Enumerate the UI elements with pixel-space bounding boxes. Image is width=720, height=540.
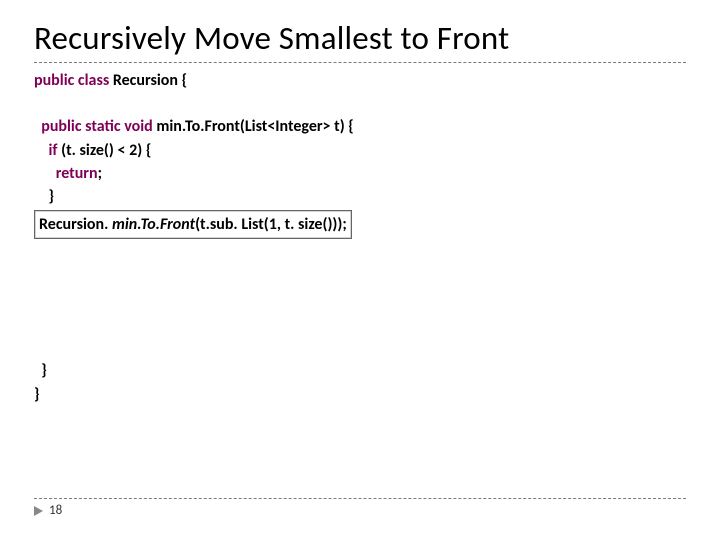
code-line-4: return; xyxy=(34,162,686,185)
recursion-class-ref: Recursion. xyxy=(39,215,112,234)
code-line-3: if (t. size() < 2) { xyxy=(34,139,686,162)
recursion-method: min.To.Front xyxy=(112,215,195,234)
kw-return: return xyxy=(56,164,98,183)
code-line-2: public static void min.To.Front(List<Int… xyxy=(34,115,686,138)
code-line-8: } xyxy=(34,383,686,406)
slide-footer: 18 xyxy=(34,498,686,518)
slide-title: Recursively Move Smallest to Front xyxy=(34,18,686,58)
recursion-args: (t.sub. List(1, t. size())); xyxy=(195,215,347,234)
vertical-spacer xyxy=(34,239,686,359)
footer-divider xyxy=(34,498,686,499)
if-cond: (t. size() < 2) { xyxy=(61,141,151,160)
bullet-icon xyxy=(34,506,43,516)
close-brace-if: } xyxy=(48,187,54,206)
close-brace-method: } xyxy=(41,361,47,380)
slide: Recursively Move Smallest to Front publi… xyxy=(0,0,720,540)
semicolon: ; xyxy=(98,164,102,183)
highlighted-line-wrap: Recursion. min.To.Front(t.sub. List(1, t… xyxy=(34,208,686,239)
kw-method-mods: public static void xyxy=(41,117,156,136)
close-brace-class: } xyxy=(34,385,40,404)
code-line-1: public class Recursion { xyxy=(34,69,686,92)
title-divider xyxy=(34,62,686,63)
code-line-5: } xyxy=(34,185,686,208)
code-block: public class Recursion { public static v… xyxy=(34,69,686,406)
kw-public-class: public class xyxy=(34,71,113,90)
code-line-7: } xyxy=(34,359,686,382)
highlighted-code-box: Recursion. min.To.Front(t.sub. List(1, t… xyxy=(34,210,352,239)
footer-row: 18 xyxy=(34,503,686,518)
page-number: 18 xyxy=(49,503,62,518)
class-name: Recursion { xyxy=(113,71,187,90)
blank-line-1 xyxy=(34,92,686,115)
kw-if: if xyxy=(48,141,61,160)
method-sig: min.To.Front(List<Integer> t) { xyxy=(156,117,353,136)
